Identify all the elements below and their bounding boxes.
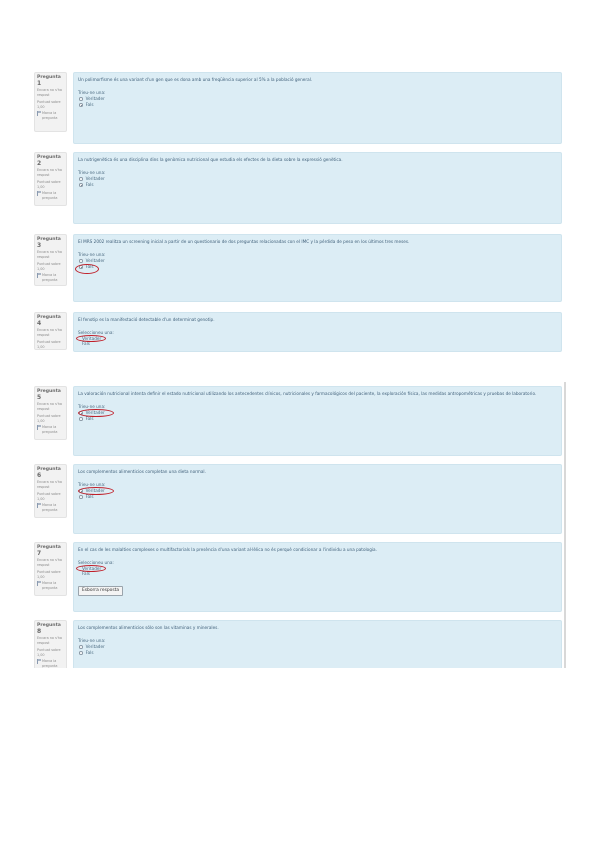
option-fals[interactable]: Fals — [78, 341, 557, 346]
option-label: Fals — [85, 650, 94, 655]
flag-question-link[interactable]: Marca la pregunta — [37, 581, 64, 591]
question-content: Los complementos alimenticios completan … — [73, 464, 562, 534]
radio-button[interactable] — [79, 97, 83, 101]
question-status: Encara no s'ha respost — [37, 168, 63, 177]
question-info: Pregunta 8 Encara no s'ha respost Puntua… — [34, 620, 67, 668]
question-number: 7 — [37, 550, 42, 557]
question-info: Pregunta 6 Encara no s'ha respost Puntua… — [34, 464, 67, 518]
flag-icon — [37, 191, 41, 196]
flag-icon — [37, 273, 41, 278]
question-content: Un polimorfisme és una variant d'un gen … — [73, 72, 562, 144]
question-info: Pregunta 7 Encara no s'ha respost Puntua… — [34, 542, 67, 596]
radio-button[interactable] — [79, 495, 83, 499]
question-text: El fenotip es la manifestació detectable… — [78, 317, 215, 322]
question-info: Pregunta 3 Encara no s'ha respost Puntua… — [34, 234, 67, 286]
question-status: Encara no s'ha respost — [37, 250, 63, 259]
question-text: Los complementos alimenticios completan … — [78, 469, 206, 474]
radio-button[interactable] — [79, 103, 83, 107]
radio-button[interactable] — [79, 259, 83, 263]
flag-label: Marca la pregunta — [42, 659, 58, 668]
question-status: Encara no s'ha respost — [37, 402, 63, 411]
question-points: Puntuat sobre 1,00 — [37, 492, 61, 501]
flag-label: Marca la pregunta — [42, 503, 58, 512]
question-number: 6 — [37, 472, 42, 479]
flag-icon — [37, 581, 41, 586]
question-number: 1 — [37, 80, 42, 87]
option-fals[interactable]: Fals — [78, 264, 557, 270]
option-fals[interactable]: Fals — [78, 416, 557, 422]
radio-button[interactable] — [79, 489, 83, 493]
flag-icon — [37, 503, 41, 508]
radio-button[interactable] — [79, 645, 83, 649]
radio-button[interactable] — [79, 411, 83, 415]
question-status: Encara no s'ha respost — [37, 88, 63, 97]
flag-question-link[interactable]: Marca la pregunta — [37, 273, 64, 283]
flag-question-link[interactable]: Marca la pregunta — [37, 425, 64, 435]
question-info: Pregunta 4 Encara no s'ha respost Puntua… — [34, 312, 67, 350]
flag-label: Marca la pregunta — [42, 425, 58, 434]
option-fals[interactable]: Fals — [78, 102, 557, 108]
question-content: El MRS 2002 realitza un screening inicia… — [73, 234, 562, 302]
question-content: Los complementos alimenticios sólo son l… — [73, 620, 562, 668]
quiz-screenshot-2: Pregunta 5 Encara no s'ha respost Puntua… — [30, 382, 566, 668]
flag-question-link[interactable]: Marca la pregunta — [37, 503, 64, 513]
question-text: La valoración nutricional intenta defini… — [78, 391, 537, 396]
question-number: 5 — [37, 394, 42, 401]
question-number: 3 — [37, 242, 42, 249]
clear-answer-button[interactable]: Esborra resposta — [78, 586, 124, 596]
radio-button[interactable] — [79, 183, 83, 187]
option-fals[interactable]: Fals — [78, 650, 557, 656]
question-content: El fenotip es la manifestació detectable… — [73, 312, 562, 352]
question-status: Encara no s'ha respost — [37, 636, 63, 645]
radio-button[interactable] — [79, 177, 83, 181]
flag-icon — [37, 111, 41, 116]
question-points: Puntuat sobre 1,00 — [37, 262, 61, 271]
flag-icon — [37, 659, 41, 664]
question-points: Puntuat sobre 1,00 — [37, 340, 61, 349]
question-text: La nutrigenètica és una disciplina dins … — [78, 157, 343, 162]
question-number: 8 — [37, 628, 42, 635]
option-label: Fals — [85, 494, 94, 499]
question-content: En el cas de les malalties complexes o m… — [73, 542, 562, 612]
flag-label: Marca la pregunta — [42, 191, 58, 200]
question-points: Puntuat sobre 1,00 — [37, 100, 61, 109]
option-label: Fals — [85, 416, 94, 421]
question-number: 4 — [37, 320, 42, 327]
option-fals[interactable]: Fals — [78, 571, 557, 576]
flag-question-link[interactable]: Marca la pregunta — [37, 191, 64, 201]
question-status: Encara no s'ha respost — [37, 328, 63, 337]
question-info: Pregunta 5 Encara no s'ha respost Puntua… — [34, 386, 67, 440]
flag-question-link[interactable]: Marca la pregunta — [37, 111, 64, 121]
question-text: Los complementos alimenticios sólo son l… — [78, 625, 219, 630]
question-points: Puntuat sobre 1,00 — [37, 570, 61, 579]
question-content: La nutrigenètica és una disciplina dins … — [73, 152, 562, 224]
question-content: La valoración nutricional intenta defini… — [73, 386, 562, 456]
question-points: Puntuat sobre 1,00 — [37, 648, 61, 657]
flag-label: Marca la pregunta — [42, 273, 58, 282]
flag-question-link[interactable]: Marca la pregunta — [37, 659, 64, 668]
radio-button[interactable] — [79, 417, 83, 421]
question-status: Encara no s'ha respost — [37, 558, 63, 567]
flag-label: Marca la pregunta — [42, 111, 58, 120]
question-info: Pregunta 1 Encara no s'ha respost Puntua… — [34, 72, 67, 132]
question-status: Encara no s'ha respost — [37, 480, 63, 489]
question-text: Un polimorfisme és una variant d'un gen … — [78, 77, 313, 82]
radio-button[interactable] — [79, 651, 83, 655]
question-points: Puntuat sobre 1,00 — [37, 180, 61, 189]
option-fals[interactable]: Fals — [78, 494, 557, 500]
question-text: En el cas de les malalties complexes o m… — [78, 547, 377, 552]
question-points: Puntuat sobre 1,00 — [37, 414, 61, 423]
option-fals[interactable]: Fals — [78, 182, 557, 188]
scrollbar[interactable] — [564, 382, 566, 668]
option-label: Fals — [85, 102, 94, 107]
question-info: Pregunta 2 Encara no s'ha respost Puntua… — [34, 152, 67, 206]
question-text: El MRS 2002 realitza un screening inicia… — [78, 239, 410, 244]
flag-icon — [37, 425, 41, 430]
option-label: Fals — [85, 182, 94, 187]
flag-label: Marca la pregunta — [42, 581, 58, 590]
question-number: 2 — [37, 160, 42, 167]
option-label: Fals — [85, 264, 94, 269]
quiz-screenshot-1: Pregunta 1 Encara no s'ha respost Puntua… — [30, 68, 566, 358]
radio-button[interactable] — [79, 265, 83, 269]
